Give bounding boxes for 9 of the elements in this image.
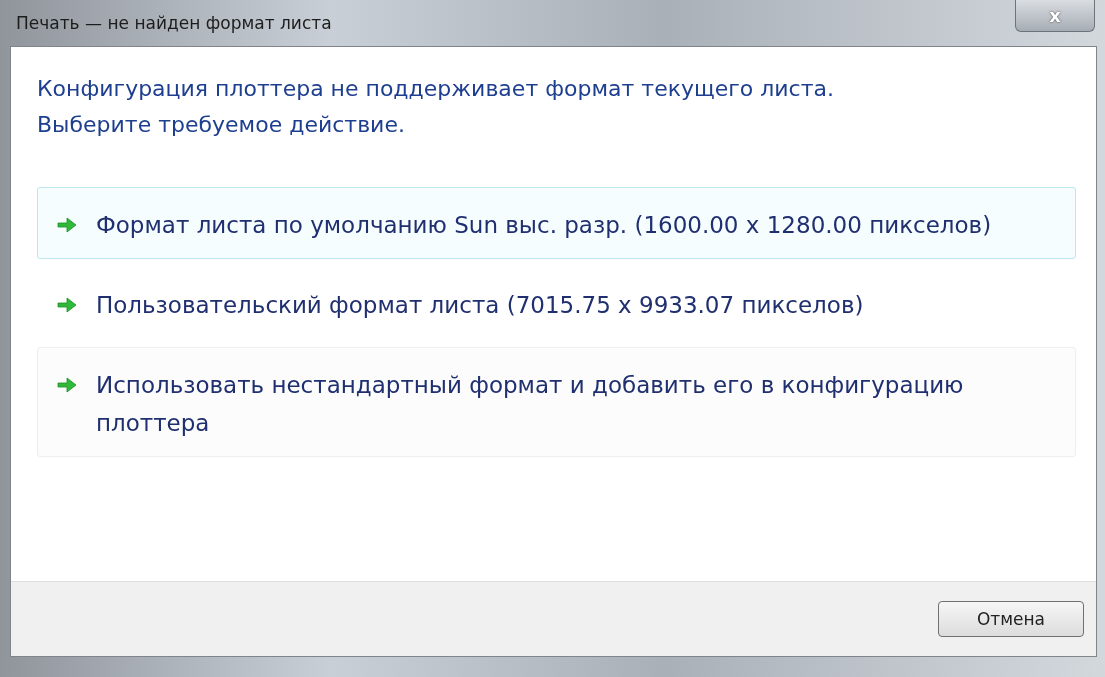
arrow-icon — [56, 376, 78, 394]
instruction-text: Конфигурация плоттера не поддерживает формат текущего листа. Выберите требуемое действие. — [37, 75, 835, 139]
window-title: Печать — не найден формат листа — [16, 13, 332, 33]
command-link[interactable]: Использовать нестандартный формат и добавить его в конфигурацию плоттера — [37, 347, 1076, 457]
cancel-button[interactable]: Отмена — [938, 601, 1084, 637]
arrow-icon — [56, 216, 78, 234]
arrow-icon — [56, 296, 78, 314]
command-link[interactable]: Пользовательский формат листа (7015.75 x 9933.07 пикселов) — [37, 267, 1076, 339]
command-link[interactable]: Формат листа по умолчанию Sun выс. разр. (1600.00 x 1280.00 пикселов) — [37, 187, 1076, 259]
